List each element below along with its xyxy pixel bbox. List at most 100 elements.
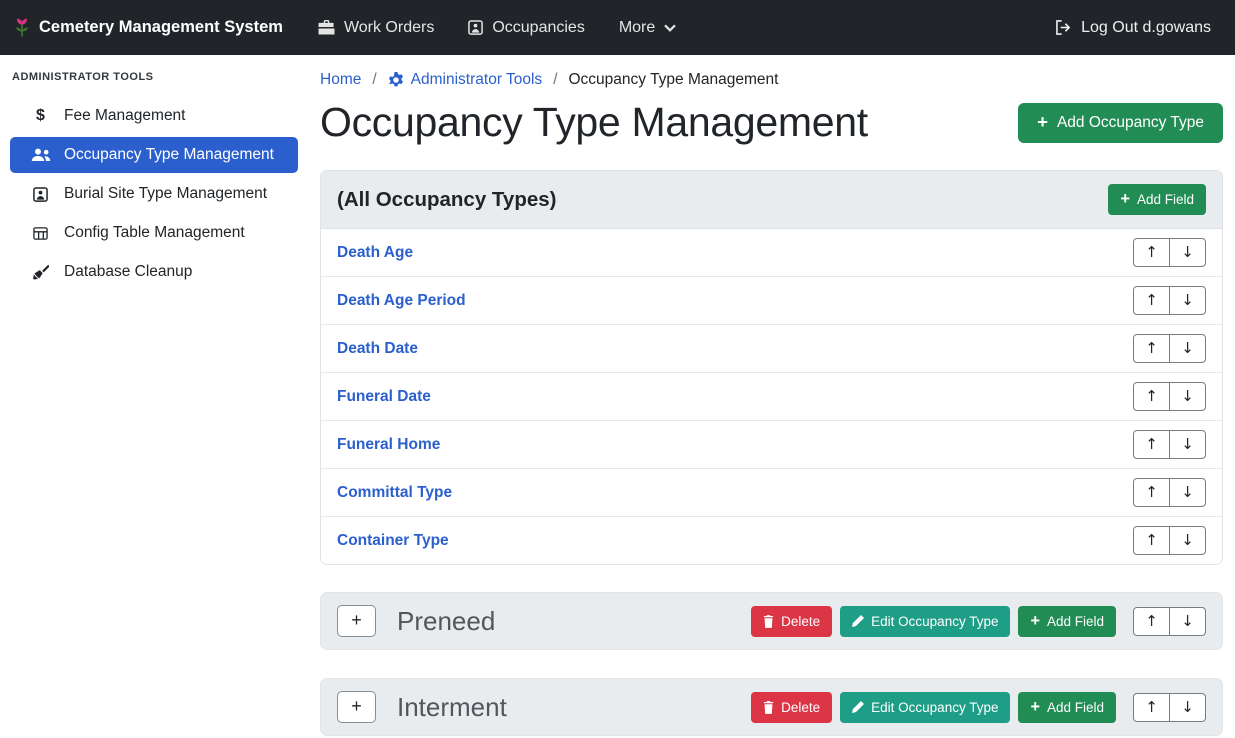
expand-button[interactable]: + [337,605,376,637]
add-field-label: Add Field [1047,614,1104,629]
field-link[interactable]: Death Age Period [337,292,466,310]
sidebar-item-config-table-management[interactable]: Config Table Management [10,215,298,251]
type-actions: Delete Edit Occupancy Type + Add Field ↑… [751,692,1206,723]
breadcrumb-current: Occupancy Type Management [569,71,779,89]
move-down-button[interactable]: ↓ [1169,334,1206,363]
edit-occupancy-type-button[interactable]: Edit Occupancy Type [840,606,1010,637]
arrow-down-icon: ↓ [1181,293,1194,308]
delete-button[interactable]: Delete [751,692,832,723]
arrow-down-icon: ↓ [1181,389,1194,404]
nav-occupancies[interactable]: Occupancies [451,11,602,45]
reorder-button-group: ↑ ↓ [1133,430,1206,459]
move-down-button[interactable]: ↓ [1169,238,1206,267]
move-up-button[interactable]: ↑ [1133,238,1170,267]
add-field-button[interactable]: + Add Field [1018,606,1116,637]
edit-occupancy-type-label: Edit Occupancy Type [871,614,998,629]
logout-icon [1055,20,1072,35]
move-down-button[interactable]: ↓ [1169,526,1206,555]
sidebar-item-label: Database Cleanup [64,263,192,281]
move-up-button[interactable]: ↑ [1133,693,1170,722]
breadcrumb-admin-tools-label: Administrator Tools [411,71,543,89]
field-link[interactable]: Container Type [337,532,449,550]
plus-icon: + [1030,614,1039,629]
breadcrumb-admin-tools[interactable]: Administrator Tools [388,71,543,89]
move-up-button[interactable]: ↑ [1133,526,1170,555]
sidebar-item-fee-management[interactable]: $ Fee Management [10,98,298,134]
gear-icon [388,72,404,88]
sidebar-item-database-cleanup[interactable]: Database Cleanup [10,254,298,290]
field-link[interactable]: Death Date [337,340,418,358]
logout-button[interactable]: Log Out d.gowans [1055,19,1211,37]
arrow-down-icon: ↓ [1181,437,1194,452]
sidebar-item-occupancy-type-management[interactable]: Occupancy Type Management [10,137,298,173]
move-up-button[interactable]: ↑ [1133,430,1170,459]
move-down-button[interactable]: ↓ [1169,607,1206,636]
move-up-button[interactable]: ↑ [1133,607,1170,636]
add-field-button[interactable]: + Add Field [1108,184,1206,215]
field-row: Container Type ↑ ↓ [321,517,1222,564]
users-icon [30,148,51,162]
chevron-down-icon [664,24,676,32]
add-occupancy-type-label: Add Occupancy Type [1057,114,1204,132]
field-link[interactable]: Funeral Home [337,436,440,454]
arrow-down-icon: ↓ [1181,341,1194,356]
app-brand[interactable]: Cemetery Management System [14,16,283,39]
delete-label: Delete [781,700,820,715]
breadcrumb-separator: / [372,71,376,89]
breadcrumb-separator: / [553,71,557,89]
arrow-up-icon: ↑ [1145,485,1158,500]
sidebar-item-label: Occupancy Type Management [64,146,274,164]
arrow-down-icon: ↓ [1181,533,1194,548]
reorder-button-group: ↑ ↓ [1133,334,1206,363]
occupancy-type-title: Interment [397,692,507,723]
pencil-icon [852,615,864,627]
move-up-button[interactable]: ↑ [1133,382,1170,411]
top-navbar: Cemetery Management System Work Orders O… [0,0,1235,55]
move-up-button[interactable]: ↑ [1133,334,1170,363]
arrow-up-icon: ↑ [1145,533,1158,548]
move-up-button[interactable]: ↑ [1133,478,1170,507]
move-down-button[interactable]: ↓ [1169,382,1206,411]
arrow-up-icon: ↑ [1145,389,1158,404]
move-up-button[interactable]: ↑ [1133,286,1170,315]
nav-occupancies-label: Occupancies [492,19,585,37]
edit-occupancy-type-button[interactable]: Edit Occupancy Type [840,692,1010,723]
add-field-button[interactable]: + Add Field [1018,692,1116,723]
breadcrumb-home[interactable]: Home [320,71,361,89]
arrow-up-icon: ↑ [1145,245,1158,260]
arrow-up-icon: ↑ [1145,293,1158,308]
expand-button[interactable]: + [337,691,376,723]
trash-icon [763,701,774,714]
field-link[interactable]: Funeral Date [337,388,431,406]
reorder-button-group: ↑ ↓ [1133,238,1206,267]
add-occupancy-type-button[interactable]: + Add Occupancy Type [1018,103,1223,143]
occupancy-type-title: Preneed [397,606,495,637]
move-down-button[interactable]: ↓ [1169,478,1206,507]
nav-work-orders[interactable]: Work Orders [301,11,451,45]
main-nav: Work Orders Occupancies More [301,11,693,45]
field-row: Funeral Date ↑ ↓ [321,373,1222,421]
edit-occupancy-type-label: Edit Occupancy Type [871,700,998,715]
flower-logo-icon [14,16,30,39]
nav-more-label: More [619,19,655,37]
nav-more[interactable]: More [602,11,693,45]
main-content: Home / Administrator Tools / Occupancy T… [308,55,1235,738]
field-link[interactable]: Death Age [337,244,413,262]
plus-icon: + [351,696,362,717]
move-down-button[interactable]: ↓ [1169,430,1206,459]
field-row: Death Age ↑ ↓ [321,229,1222,277]
field-row: Committal Type ↑ ↓ [321,469,1222,517]
sidebar-item-burial-site-type-management[interactable]: Burial Site Type Management [10,176,298,212]
field-link[interactable]: Committal Type [337,484,452,502]
arrow-down-icon: ↓ [1181,700,1194,715]
app-title: Cemetery Management System [39,18,283,37]
reorder-button-group: ↑ ↓ [1133,286,1206,315]
reorder-button-group: ↑ ↓ [1133,478,1206,507]
delete-button[interactable]: Delete [751,606,832,637]
delete-label: Delete [781,614,820,629]
occupancy-type-section-preneed: + Preneed Delete Edit Occupancy Type [320,592,1223,650]
plus-icon: + [351,610,362,631]
move-down-button[interactable]: ↓ [1169,286,1206,315]
move-down-button[interactable]: ↓ [1169,693,1206,722]
sidebar-item-label: Config Table Management [64,224,245,242]
